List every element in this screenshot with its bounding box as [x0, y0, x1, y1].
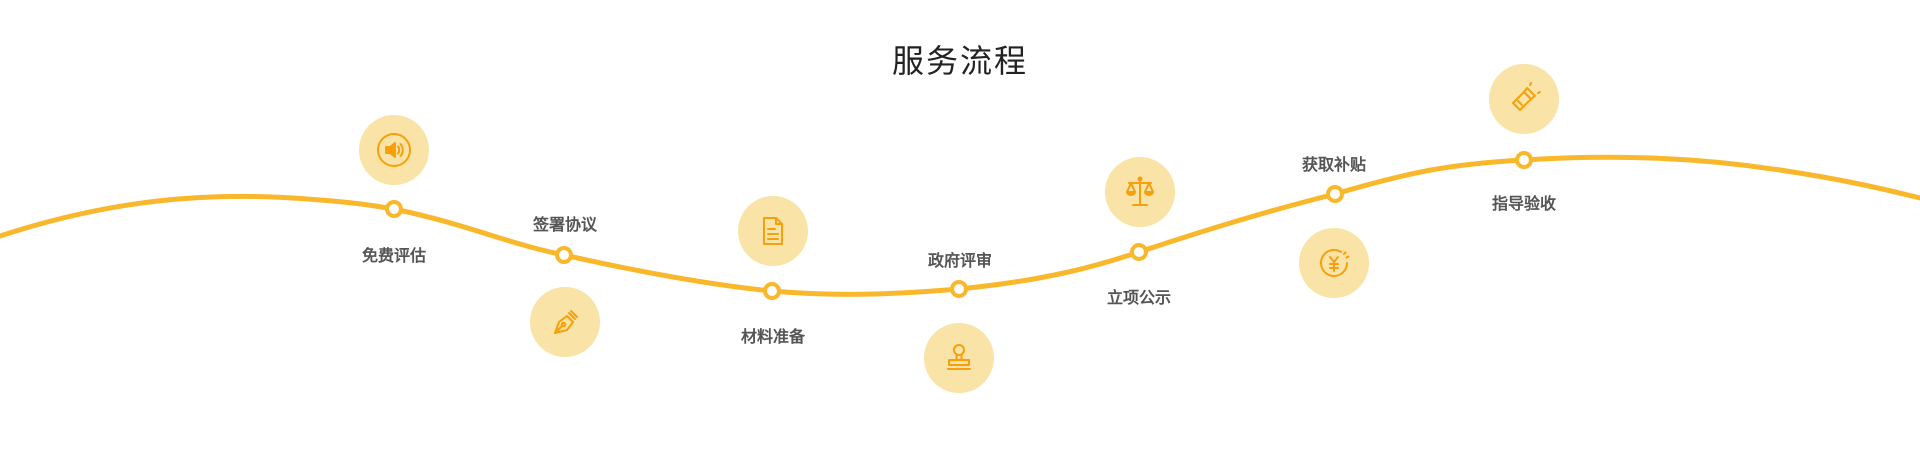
scales-icon [1126, 176, 1154, 206]
speaker-icon [377, 133, 411, 167]
step-6-icon-circle[interactable] [1299, 228, 1369, 298]
step-5-icon-circle[interactable] [1105, 157, 1175, 227]
step-7-icon-circle[interactable] [1489, 64, 1559, 134]
step-1-label: 免费评估 [361, 246, 426, 265]
pen-nib-icon [554, 310, 578, 334]
step-1-node [385, 200, 403, 218]
step-5-node [1130, 243, 1148, 261]
step-4-label: 政府评审 [927, 251, 992, 270]
stamp-icon [947, 344, 971, 370]
step-5-label: 立项公示 [1106, 288, 1171, 307]
step-3-icon-circle[interactable] [738, 196, 808, 266]
step-3-node [763, 282, 781, 300]
step-1-icon-circle[interactable] [359, 115, 429, 185]
curve-line [0, 154, 1920, 297]
step-2-label: 签署协议 [532, 215, 597, 234]
step-4-icon-circle[interactable] [924, 323, 994, 393]
step-7-label: 指导验收 [1491, 194, 1556, 213]
service-process-diagram: 服务流程 免费评估 签署协议 材料准备 政府评审 立项公示 获取补贴 指导验收 [0, 0, 1920, 476]
step-2-icon-circle[interactable] [530, 287, 600, 357]
step-3-label: 材料准备 [740, 327, 805, 346]
step-4-node [950, 280, 968, 298]
yuan-coin-icon [1320, 249, 1350, 277]
step-6-label: 获取补贴 [1301, 155, 1366, 174]
step-2-node [555, 246, 573, 264]
process-curve [0, 151, 1920, 300]
step-6-node [1326, 185, 1344, 203]
step-7-node [1515, 151, 1533, 169]
flashlight-icon [1512, 82, 1541, 111]
document-icon [763, 217, 783, 245]
